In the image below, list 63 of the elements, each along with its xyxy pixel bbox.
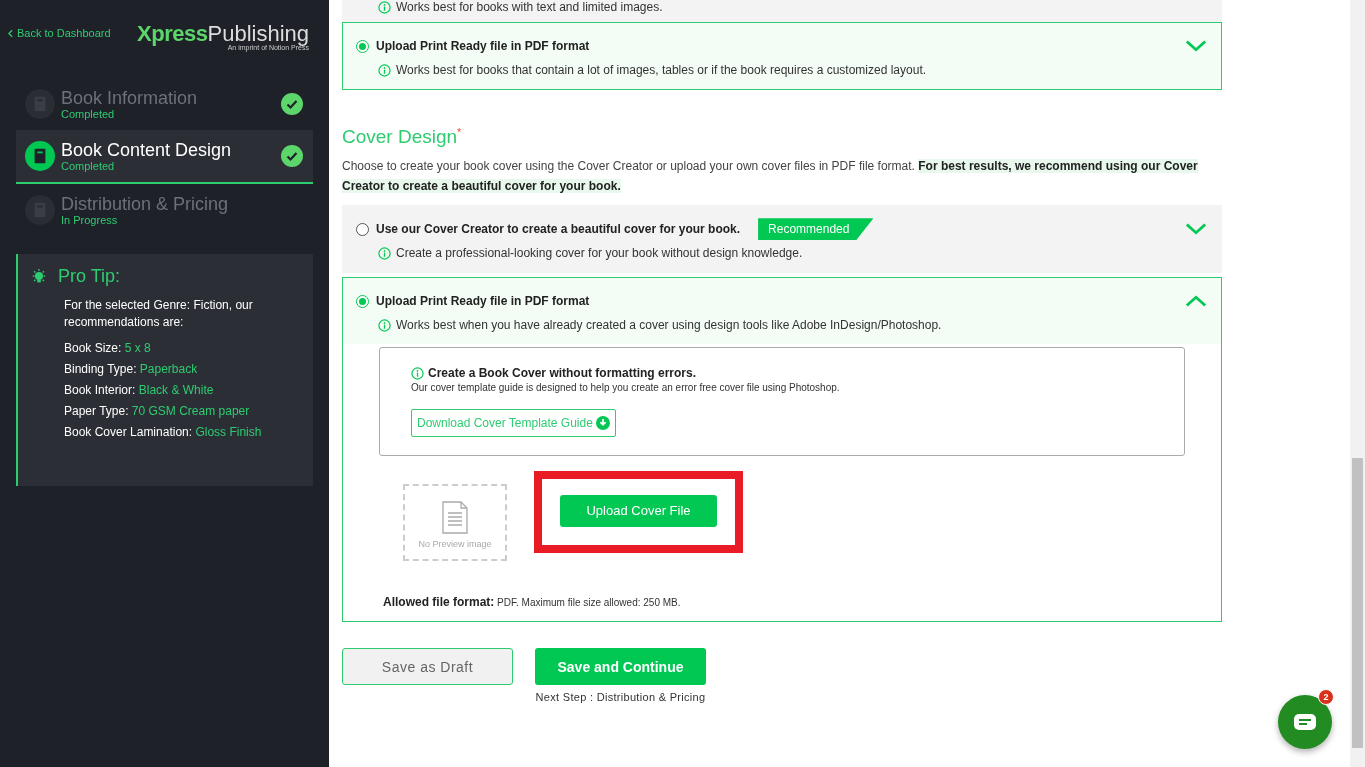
tip-value: 70 GSM Cream paper bbox=[131, 404, 250, 418]
placeholder-text: No Preview image bbox=[418, 538, 492, 549]
step-title: Distribution & Pricing bbox=[61, 194, 230, 214]
tip-value: Paperback bbox=[139, 362, 198, 376]
radio-button[interactable] bbox=[356, 222, 369, 236]
chevron-left-icon bbox=[8, 28, 13, 38]
info-icon bbox=[378, 0, 391, 14]
tip-label: Book Cover Lamination: bbox=[64, 425, 193, 439]
required-mark: * bbox=[457, 126, 462, 138]
option-note: Works best for books that contain a lot of images, tables or if the book requires a customized layout. bbox=[396, 63, 927, 77]
info-icon bbox=[378, 63, 391, 77]
chevron-down-icon[interactable] bbox=[1185, 39, 1207, 53]
option-card[interactable]: Upload Print Ready file in PDF format Works best when you have already created a cover using design tools like Adobe InDesign/Photoshop. bbox=[342, 277, 1222, 345]
tip-label: Paper Type: bbox=[64, 404, 129, 418]
tip-label: Book Interior: bbox=[64, 383, 136, 397]
chevron-down-icon[interactable] bbox=[1185, 222, 1207, 237]
info-icon bbox=[378, 318, 391, 332]
option-note: Works best when you have already created a cover using design tools like Adobe InDesign/Photoshop. bbox=[396, 318, 942, 333]
section-title: Cover Design bbox=[342, 126, 458, 148]
section-description: Choose to create your book cover using the Cover Creator or upload your own cover files in PDF file format. For best results, we recommend using our Cover Creator to create a beautiful cover for your book. bbox=[342, 158, 1199, 196]
step-item[interactable]: Book Information Completed bbox=[16, 78, 313, 130]
book-icon bbox=[25, 195, 55, 225]
step-item[interactable]: Book Content Design Completed bbox=[16, 130, 313, 184]
step-status: In Progress bbox=[61, 214, 119, 226]
tip-value: 5 x 8 bbox=[124, 341, 151, 355]
step-item[interactable]: Distribution & Pricing In Progress bbox=[16, 184, 313, 236]
download-icon bbox=[595, 416, 610, 431]
guide-text: Our cover template guide is designed to help you create an error free cover file using Photoshop. bbox=[411, 382, 841, 394]
option-title: Upload Print Ready file in PDF format bbox=[376, 39, 590, 53]
option-card[interactable]: Upload Print Ready file in PDF format Works best for books that contain a lot of images, tables or if the book requires a customized layout. bbox=[342, 22, 1222, 90]
radio-button[interactable] bbox=[356, 294, 369, 308]
file-format-note: Allowed file format: PDF. Maximum file size allowed: 250 MB. bbox=[383, 595, 682, 610]
book-icon bbox=[25, 89, 55, 119]
chevron-up-icon[interactable] bbox=[1185, 294, 1207, 309]
step-title: Book Content Design bbox=[61, 140, 233, 160]
option-title: Upload Print Ready file in PDF format bbox=[376, 294, 590, 309]
option-card[interactable]: Works best for books with text and limited images. bbox=[342, 0, 1222, 22]
next-step-text: Next Step : Distribution & Pricing bbox=[535, 691, 706, 704]
book-icon bbox=[25, 141, 55, 171]
back-link[interactable]: Back to Dashboard bbox=[8, 27, 111, 39]
recommended-badge: Recommended bbox=[758, 218, 874, 241]
tip-label: Book Size: bbox=[64, 341, 122, 355]
option-note: Works best for books with text and limited images. bbox=[396, 0, 663, 14]
tip-label: Binding Type: bbox=[64, 362, 137, 376]
guide-title: Create a Book Cover without formatting errors. bbox=[428, 366, 697, 381]
radio-button[interactable] bbox=[356, 39, 369, 53]
pro-tip-title: Pro Tip: bbox=[58, 266, 121, 287]
tip-value: Gloss Finish bbox=[195, 425, 262, 439]
chat-button[interactable] bbox=[1278, 695, 1332, 749]
scrollbar[interactable] bbox=[1350, 0, 1365, 767]
step-title: Book Information bbox=[61, 88, 199, 108]
info-icon bbox=[411, 366, 424, 380]
save-draft-button[interactable]: Save as Draft bbox=[342, 648, 513, 686]
option-card[interactable]: Use our Cover Creator to create a beautiful cover for your book. Recommended Create a professional-looking cover for your book without design knowledge. bbox=[342, 205, 1222, 274]
tip-value: Black & White bbox=[138, 383, 214, 397]
pro-tip-text: For the selected Genre: Fiction, our recommendations are: bbox=[64, 297, 254, 331]
step-status: Completed bbox=[61, 108, 116, 120]
notification-badge: 2 bbox=[1318, 689, 1334, 705]
step-status: Completed bbox=[61, 160, 116, 172]
option-note: Create a professional-looking cover for your book without design knowledge. bbox=[396, 246, 803, 261]
info-icon bbox=[378, 246, 391, 260]
chat-icon bbox=[1293, 713, 1317, 731]
option-title: Use our Cover Creator to create a beautiful cover for your book. bbox=[376, 222, 741, 237]
